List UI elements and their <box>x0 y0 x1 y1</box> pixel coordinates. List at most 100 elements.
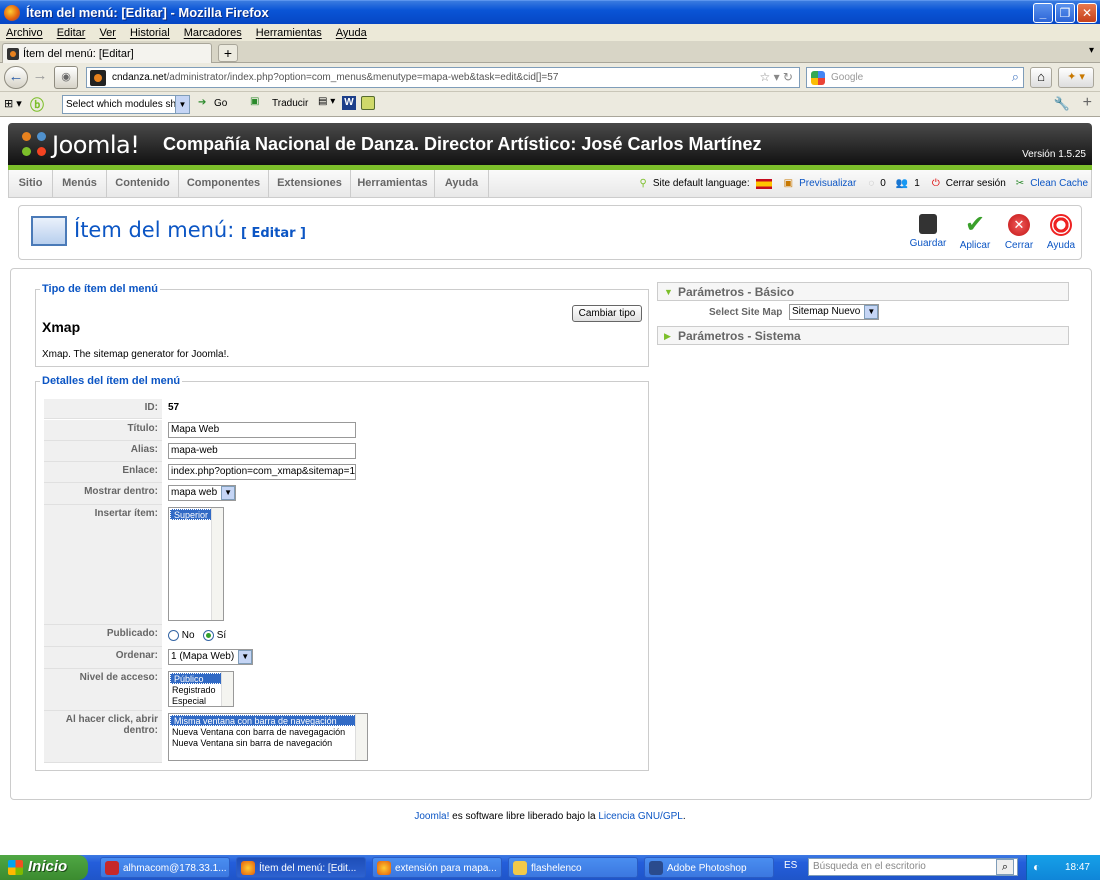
tray-icon[interactable]: ◐ <box>1033 855 1040 880</box>
menu-historial[interactable]: Historial <box>130 27 170 39</box>
menu-herramientas-joomla[interactable]: Herramientas <box>351 170 435 197</box>
close-window-button[interactable]: ✕ <box>1077 3 1097 23</box>
taskbar-item-label: Adobe Photoshop <box>667 863 747 874</box>
published-no-radio[interactable] <box>168 630 179 641</box>
menu-marcadores[interactable]: Marcadores <box>184 27 242 39</box>
start-button[interactable]: Inicio <box>0 855 88 880</box>
desktop-search-icon[interactable]: ⌕ <box>996 859 1014 875</box>
minimize-button[interactable]: _ <box>1033 3 1053 23</box>
clean-cache-icon: ✂ <box>1015 178 1025 189</box>
translate-icon[interactable]: ▣ <box>250 96 259 107</box>
show-in-select[interactable]: mapa web ▼ <box>168 485 237 501</box>
toolbar-tool-icon[interactable]: ▤ ▾ <box>318 96 335 107</box>
save-button[interactable]: Guardar <box>907 214 949 249</box>
module-select[interactable]: Select which modules shou ▼ <box>62 95 190 114</box>
joomla-logo[interactable]: Joomla! <box>22 131 140 159</box>
license-link[interactable]: Licencia GNU/GPL <box>598 811 682 822</box>
identity-icon[interactable]: ◉ <box>54 66 78 89</box>
desktop-search-input[interactable]: Búsqueda en el escritorio <box>808 858 1018 876</box>
menu-menus[interactable]: Menús <box>53 170 107 197</box>
click-option[interactable]: Nueva Ventana sin barra de navegación <box>169 738 367 749</box>
order-select[interactable]: 1 (Mapa Web) ▼ <box>168 649 254 665</box>
go-arrow-icon[interactable]: ➔ <box>198 97 206 108</box>
taskbar-item-label: extensión para mapa... <box>395 863 497 874</box>
bookmark-star-icon[interactable]: ☆ ▾ ↻ <box>759 70 793 84</box>
sitemap-select[interactable]: Sitemap Nuevo ▼ <box>789 304 880 320</box>
version-label: Versión 1.5.25 <box>1022 149 1086 160</box>
back-arrow-icon[interactable]: ← <box>4 66 28 89</box>
preview-link[interactable]: Previsualizar <box>799 178 856 189</box>
clean-cache-link[interactable]: Clean Cache <box>1030 178 1088 189</box>
addon-menu-icon[interactable]: ⊞ ▾ <box>4 97 22 110</box>
browser-tab-title: Ítem del menú: [Editar] <box>23 47 134 60</box>
go-button[interactable]: Go <box>214 98 227 109</box>
users-count[interactable]: 1 <box>914 178 920 189</box>
apply-button[interactable]: ✔ Aplicar <box>954 213 996 252</box>
menu-extensiones[interactable]: Extensiones <box>269 170 351 197</box>
click-option[interactable]: Nueva Ventana con barra de navegagación <box>169 727 367 738</box>
change-type-button[interactable]: Cambiar tipo <box>572 305 642 322</box>
taskbar-item-folder[interactable]: flashelenco <box>508 857 638 878</box>
footer: Joomla! es software libre liberado bajo … <box>0 811 1100 822</box>
menu-herramientas[interactable]: Herramientas <box>256 27 322 39</box>
help-button[interactable]: Ayuda <box>1040 214 1082 251</box>
show-in-value: mapa web <box>171 487 218 498</box>
apply-label: Aplicar <box>959 240 991 251</box>
save-icon <box>919 214 937 234</box>
new-tab-button[interactable]: + <box>218 44 238 62</box>
forward-arrow-icon[interactable]: → <box>28 66 52 89</box>
details-legend: Detalles del ítem del menú <box>42 375 181 387</box>
url-bar[interactable]: cndanza.net /administrator/index.php?opt… <box>86 67 800 88</box>
scrollbar[interactable] <box>355 714 367 760</box>
system-params-header[interactable]: ▶ Parámetros - Sistema <box>657 326 1069 345</box>
messages-count[interactable]: 0 <box>880 178 886 189</box>
insert-listbox[interactable]: Superior <box>168 507 224 621</box>
scrollbar[interactable] <box>211 508 223 620</box>
id-value: 57 <box>168 402 180 413</box>
taskbar-item-photoshop[interactable]: Adobe Photoshop <box>644 857 774 878</box>
maximize-button[interactable]: ❐ <box>1055 3 1075 23</box>
menu-componentes[interactable]: Componentes <box>179 170 269 197</box>
menu-contenido[interactable]: Contenido <box>107 170 179 197</box>
title-input[interactable]: Mapa Web <box>168 422 356 438</box>
search-bar[interactable]: Google ⌕ <box>806 67 1024 88</box>
language-indicator[interactable]: ES <box>784 860 797 871</box>
taskbar-item-filezilla[interactable]: alhmacom@178.33.1... <box>100 857 230 878</box>
joomla-link[interactable]: Joomla! <box>414 811 449 822</box>
close-button[interactable]: ✕ Cerrar <box>998 214 1040 251</box>
search-icon[interactable]: ⌕ <box>1012 69 1019 85</box>
logout-link[interactable]: Cerrar sesión <box>946 178 1006 189</box>
word-icon[interactable]: W <box>342 96 356 110</box>
help-label: Ayuda <box>1046 240 1076 251</box>
access-listbox[interactable]: Público Registrado Especial <box>168 671 234 707</box>
browser-tab[interactable]: Ítem del menú: [Editar] <box>2 43 212 63</box>
order-row: Ordenar: 1 (Mapa Web) ▼ <box>44 647 650 669</box>
component-name: Xmap <box>42 319 81 335</box>
scrollbar[interactable] <box>221 672 233 706</box>
taskbar-item-firefox-active[interactable]: Ítem del menú: [Edit... <box>236 857 366 878</box>
add-toolbar-icon[interactable]: + <box>1083 94 1092 112</box>
tab-list-chevron-icon[interactable]: ▾ <box>1089 45 1094 56</box>
addon-square-icon[interactable] <box>361 96 375 110</box>
menu-ver[interactable]: Ver <box>99 27 116 39</box>
logout-icon: ⏻ <box>931 178 940 189</box>
alias-input[interactable]: mapa-web <box>168 443 356 459</box>
menu-sitio[interactable]: Sitio <box>9 170 53 197</box>
menu-archivo[interactable]: Archivo <box>6 27 43 39</box>
menu-editar[interactable]: Editar <box>57 27 86 39</box>
footer-text: es software libre liberado bajo la <box>449 811 599 822</box>
translate-button[interactable]: Traducir <box>272 98 308 109</box>
home-icon[interactable]: ⌂ <box>1030 67 1052 88</box>
wrench-icon[interactable]: 🔧 <box>1054 96 1070 112</box>
taskbar-item-firefox[interactable]: extensión para mapa... <box>372 857 502 878</box>
published-yes-radio[interactable] <box>202 630 214 641</box>
click-option[interactable]: Misma ventana con barra de navegación <box>170 715 366 726</box>
insert-label: Insertar ítem: <box>44 505 162 625</box>
menu-ayuda[interactable]: Ayuda <box>336 27 367 39</box>
click-listbox[interactable]: Misma ventana con barra de navegación Nu… <box>168 713 368 761</box>
link-input[interactable]: index.php?option=com_xmap&sitemap=1 <box>168 464 356 480</box>
extension-icon[interactable]: ✦ ▾ <box>1058 67 1094 88</box>
menu-ayuda-joomla[interactable]: Ayuda <box>435 170 489 197</box>
basic-params-header[interactable]: ▼ Parámetros - Básico <box>657 282 1069 301</box>
addon-logo-icon[interactable]: ⓑ <box>30 95 44 115</box>
